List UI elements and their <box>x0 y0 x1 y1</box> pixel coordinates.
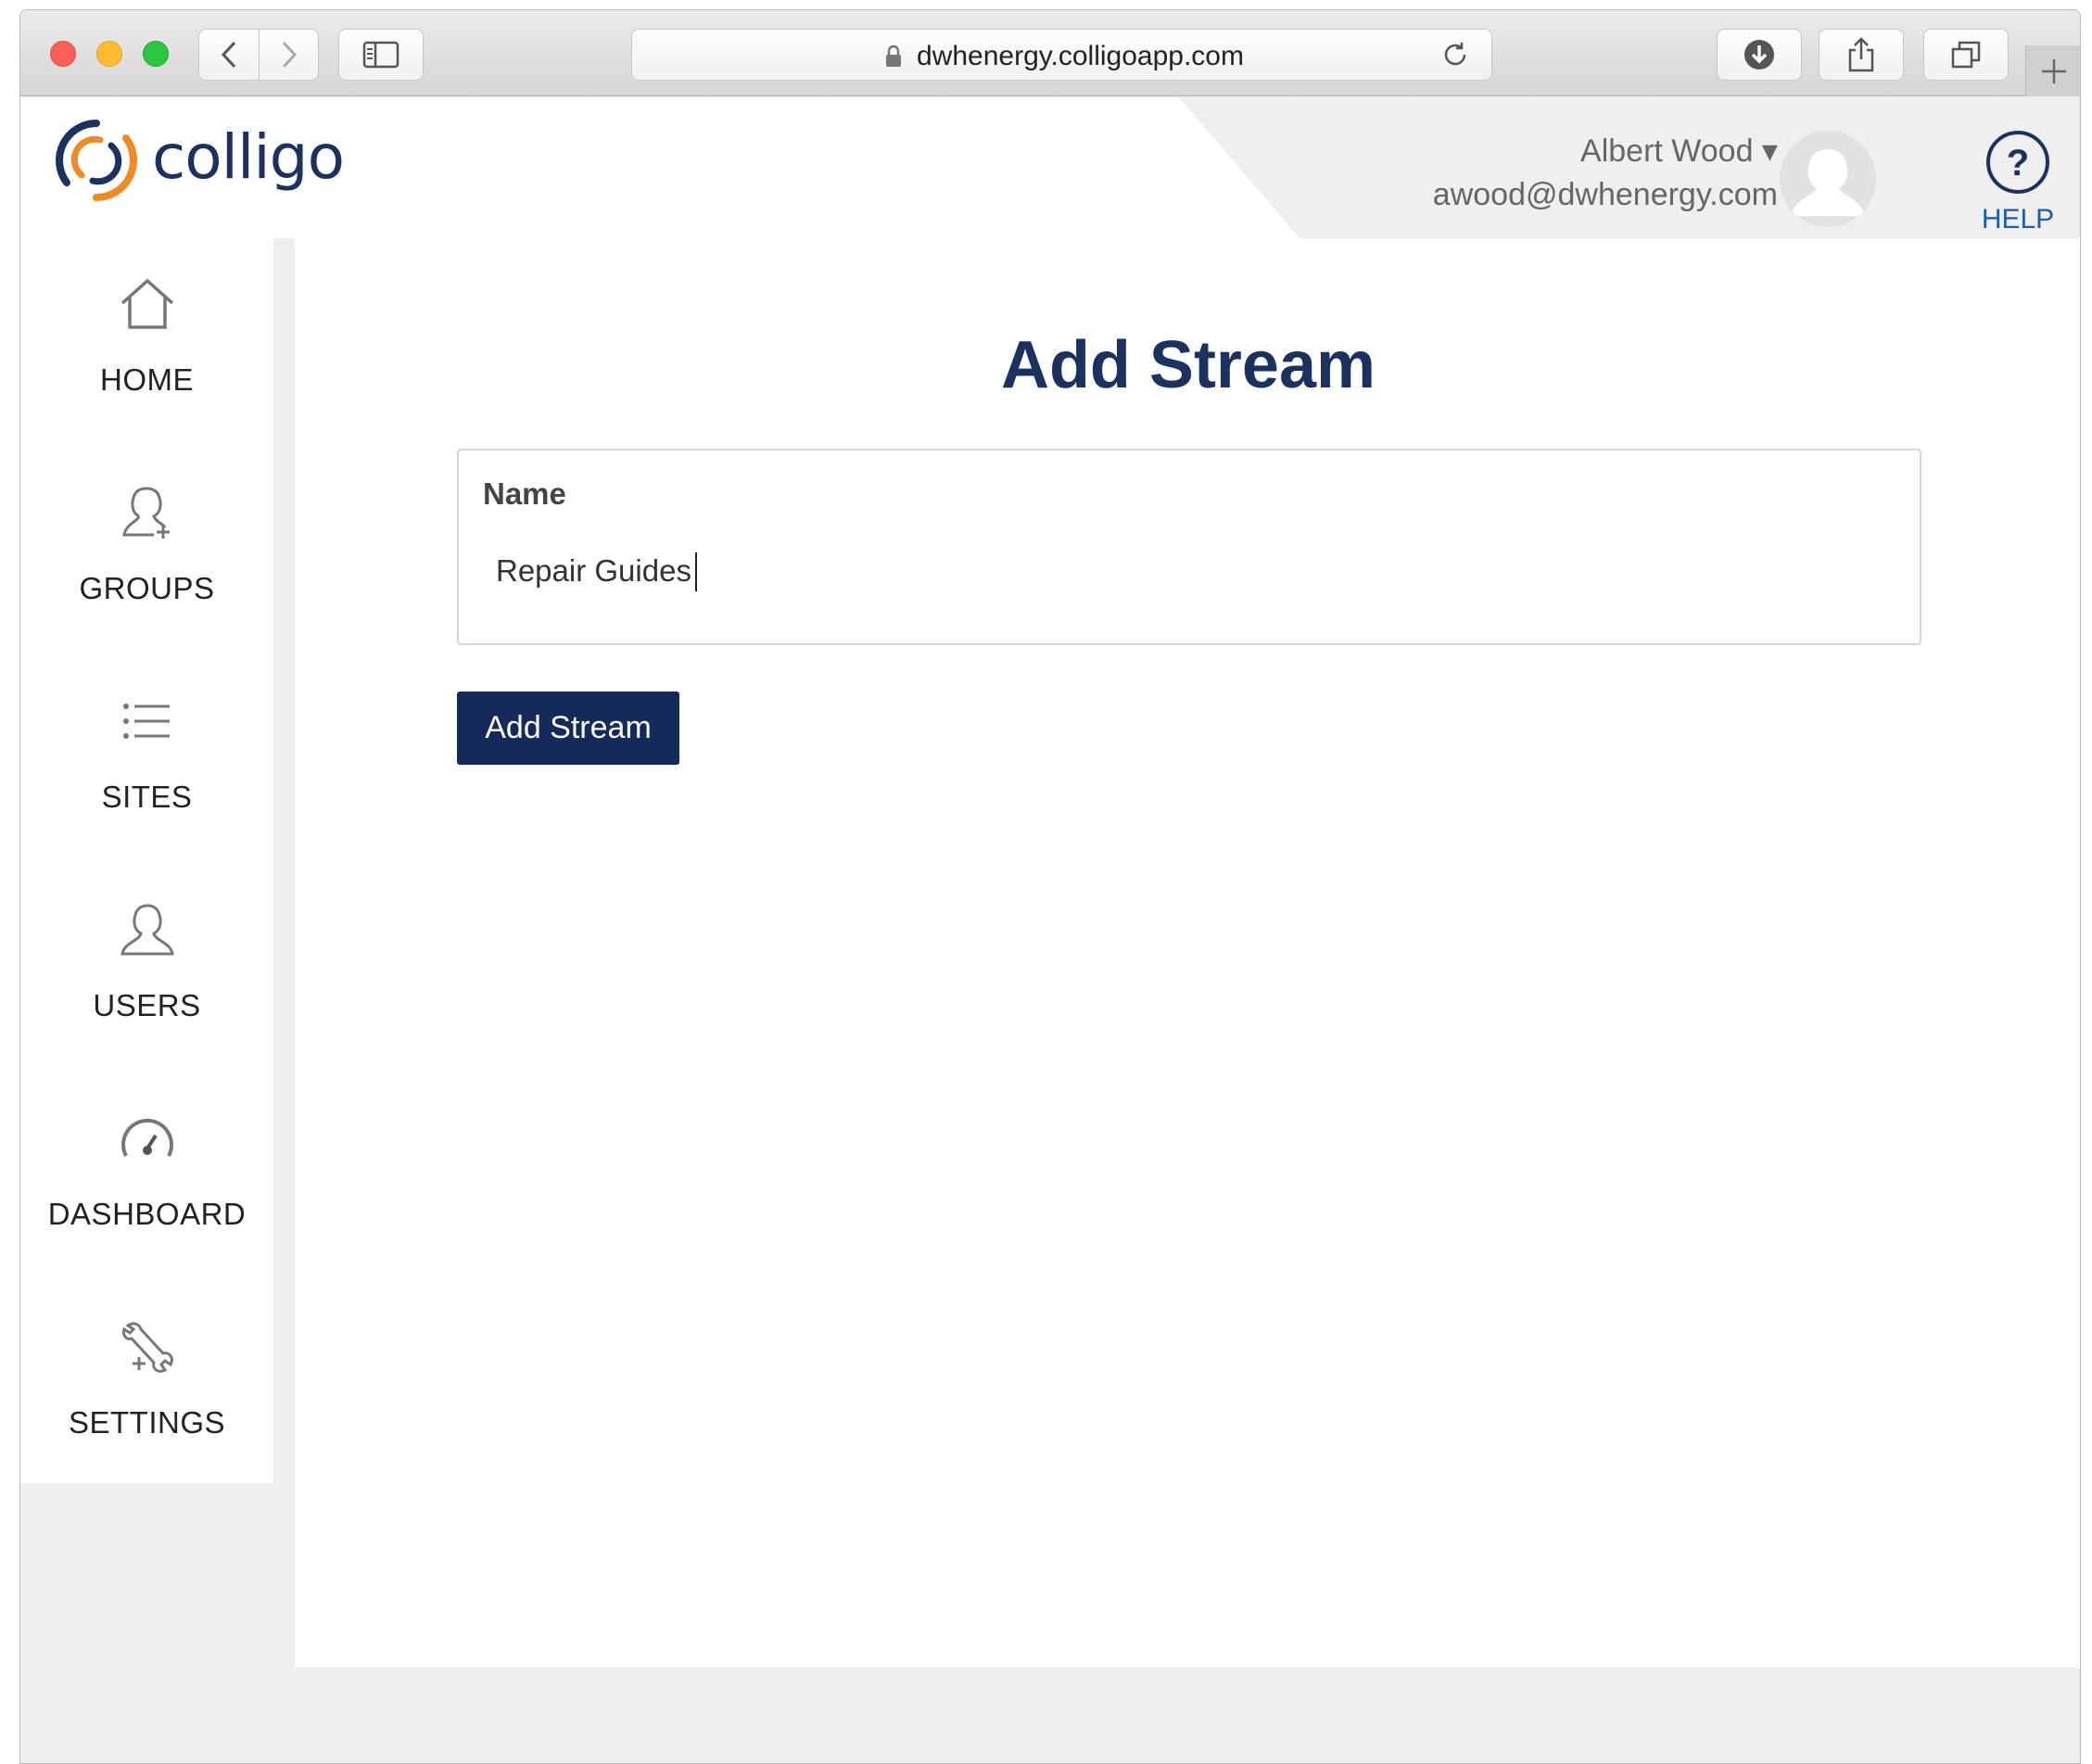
user-email: awood@dwhenergy.com <box>1432 177 1778 212</box>
user-icon <box>119 897 176 962</box>
svg-text:?: ? <box>2007 143 2029 184</box>
chevron-right-icon <box>282 41 297 69</box>
new-tab-button[interactable] <box>2025 45 2080 96</box>
forward-button[interactable] <box>259 30 318 80</box>
home-icon <box>119 272 176 336</box>
help-button[interactable]: ? HELP <box>1967 129 2069 235</box>
colligo-logo[interactable]: colligo <box>54 118 345 203</box>
close-window-button[interactable] <box>50 41 76 67</box>
user-menu-toggle[interactable]: Albert Wood ▾ <box>1580 133 1778 170</box>
name-field-label: Name <box>483 476 566 511</box>
tabs-icon <box>1951 41 1981 69</box>
nav-label-users: USERS <box>93 988 201 1022</box>
colligo-logo-icon <box>56 120 137 201</box>
nav-item-home[interactable]: HOME <box>20 238 273 447</box>
avatar-silhouette-icon <box>1791 149 1865 216</box>
minimize-window-button[interactable] <box>96 41 122 67</box>
nav-item-settings[interactable]: SETTINGS <box>20 1281 273 1490</box>
help-icon: ? <box>1986 131 2049 194</box>
browser-toolbar: dwhenergy.colligoapp.com <box>20 10 2080 96</box>
reload-icon[interactable] <box>1441 41 1469 69</box>
gauge-icon <box>119 1106 176 1171</box>
history-nav-group <box>198 29 319 81</box>
address-url: dwhenergy.colligoapp.com <box>917 41 1244 71</box>
nav-item-sites[interactable]: SITES <box>20 655 273 864</box>
address-bar[interactable]: dwhenergy.colligoapp.com <box>631 29 1492 81</box>
sidebar-icon <box>362 41 399 69</box>
name-input[interactable] <box>483 543 1873 599</box>
add-stream-button[interactable]: Add Stream <box>457 692 679 765</box>
nav-item-users[interactable]: USERS <box>20 864 273 1072</box>
chevron-left-icon <box>221 41 236 69</box>
nav-label-home: HOME <box>100 362 194 397</box>
browser-window: dwhenergy.colligoapp.com colligo Albert … <box>19 9 2081 1764</box>
nav-label-settings: SETTINGS <box>68 1405 226 1440</box>
downloads-button[interactable] <box>1717 29 1802 81</box>
nav-item-groups[interactable]: GROUPS <box>20 447 273 655</box>
wrench-icon <box>119 1314 176 1379</box>
left-nav: HOME GROUPS SITES USERS DASHBOARD SETTIN… <box>20 238 273 1483</box>
nav-divider <box>273 238 295 1483</box>
show-tabs-button[interactable] <box>1923 29 2009 81</box>
zoom-window-button[interactable] <box>143 41 169 67</box>
name-field-group: Name <box>457 449 1921 645</box>
app-header: colligo Albert Wood ▾ awood@dwhenergy.co… <box>20 97 2080 238</box>
nav-label-sites: SITES <box>101 780 193 814</box>
download-icon <box>1744 40 1774 70</box>
main-content: Add Stream Name Add Stream <box>295 238 2080 1668</box>
nav-label-dashboard: DASHBOARD <box>47 1197 247 1231</box>
share-icon <box>1848 37 1874 72</box>
help-label: HELP <box>1981 204 2055 235</box>
lock-icon <box>886 44 901 67</box>
share-button[interactable] <box>1819 29 1904 81</box>
back-button[interactable] <box>199 30 259 80</box>
page-title: Add Stream <box>1000 328 1376 402</box>
avatar[interactable] <box>1780 131 1876 227</box>
plus-icon <box>2041 58 2066 83</box>
logo-wordmark: colligo <box>152 121 345 193</box>
list-icon <box>121 689 173 754</box>
add-user-icon <box>119 480 176 545</box>
nav-item-dashboard[interactable]: DASHBOARD <box>20 1072 273 1281</box>
text-caret <box>695 552 697 591</box>
nav-label-groups: GROUPS <box>79 571 215 605</box>
sidebar-toggle-button[interactable] <box>338 29 424 81</box>
